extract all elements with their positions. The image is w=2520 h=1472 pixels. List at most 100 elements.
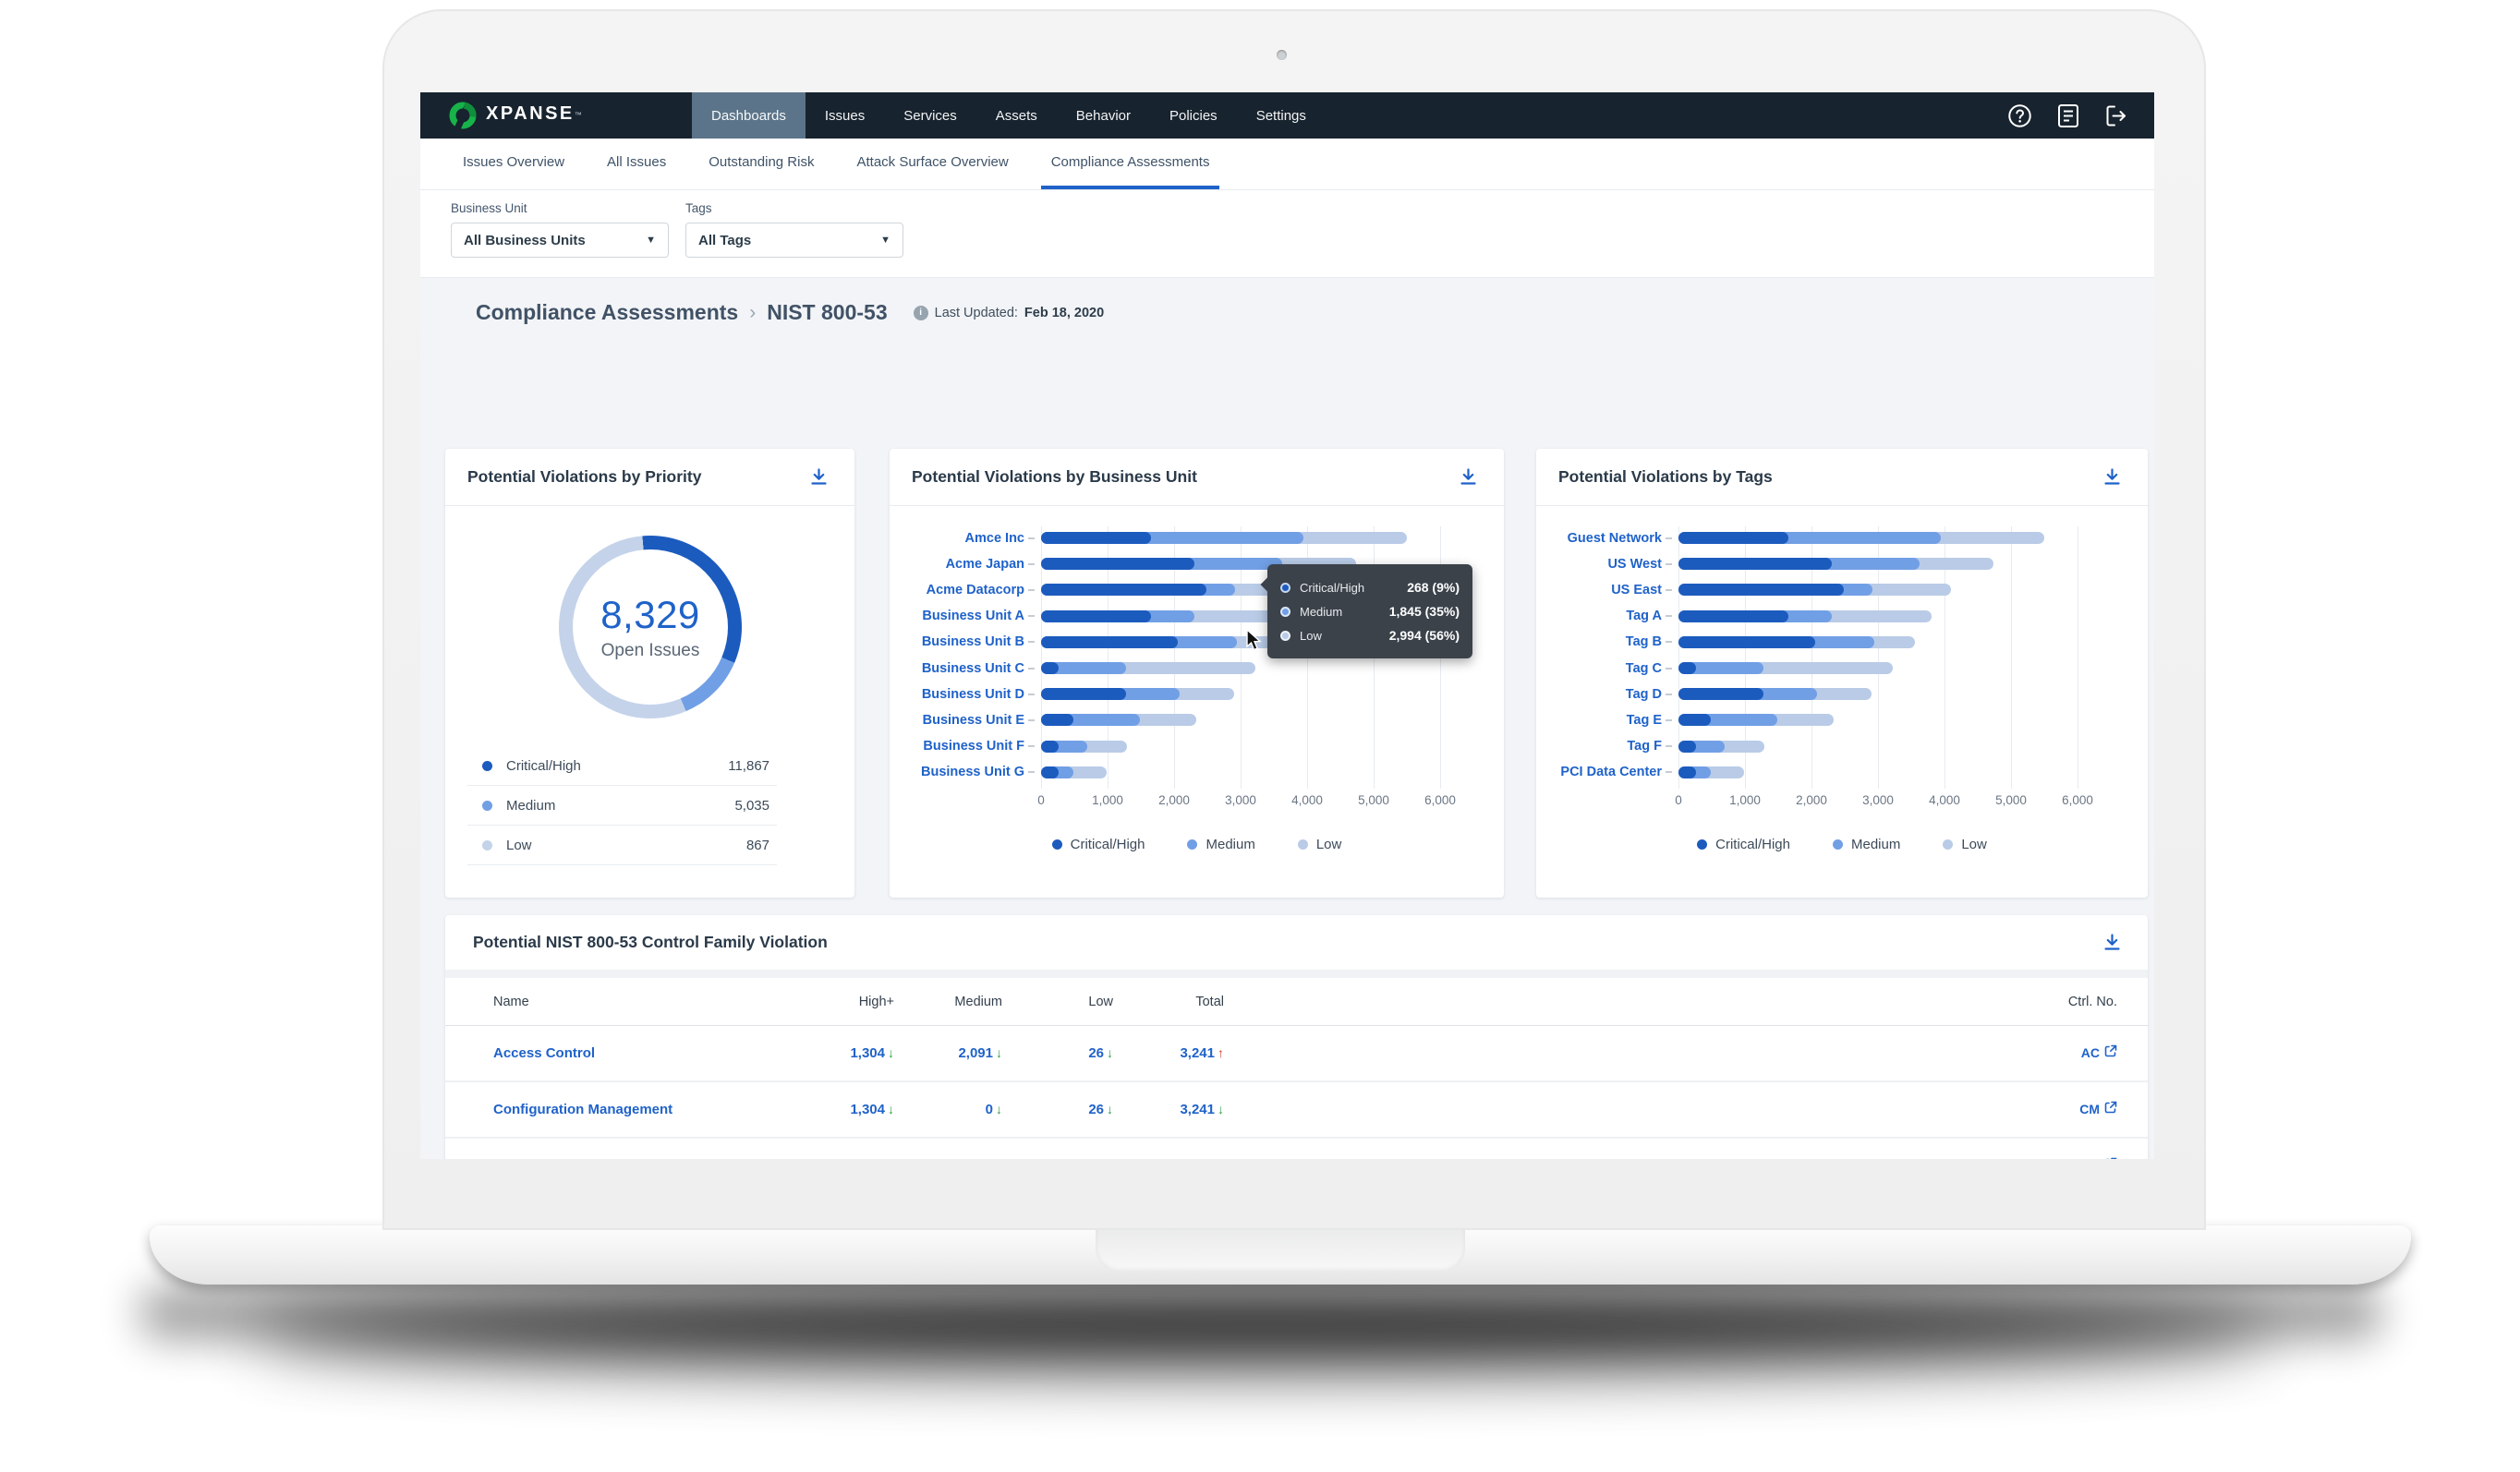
legend-item-critical-high: Critical/High xyxy=(1697,837,1790,852)
bar-segment-critical-guest-network[interactable] xyxy=(1678,532,1788,544)
tags-select[interactable]: All Tags ▼ xyxy=(685,223,903,258)
nav-item-services[interactable]: Services xyxy=(884,92,976,139)
category-label-tag-d[interactable]: Tag D xyxy=(1536,688,1662,701)
category-label-tag-b[interactable]: Tag B xyxy=(1536,635,1662,648)
nav-item-assets[interactable]: Assets xyxy=(976,92,1057,139)
business-unit-select[interactable]: All Business Units ▼ xyxy=(451,223,669,258)
medium-value: 2,091↑ xyxy=(894,1158,1002,1159)
column-header-medium[interactable]: Medium xyxy=(894,995,1002,1009)
open-issues-label: Open Issues xyxy=(601,641,700,661)
tab-all-issues[interactable]: All Issues xyxy=(597,139,676,189)
category-label-tag-f[interactable]: Tag F xyxy=(1536,740,1662,753)
category-label-business-unit-a[interactable]: Business Unit A xyxy=(890,609,1024,622)
tab-attack-surface-overview[interactable]: Attack Surface Overview xyxy=(846,139,1018,189)
column-header-high[interactable]: High+ xyxy=(789,995,894,1009)
open-issues-count: 8,329 xyxy=(600,593,700,637)
legend-label: Critical/High xyxy=(506,758,581,774)
help-icon[interactable] xyxy=(2007,103,2032,128)
category-label-business-unit-e[interactable]: Business Unit E xyxy=(890,714,1024,727)
ctrl-no-link-cm[interactable]: CM xyxy=(2079,1101,2117,1116)
bar-segment-critical-amce-inc[interactable] xyxy=(1041,532,1151,544)
donut-center: 8,329 Open Issues xyxy=(573,549,728,705)
donut-chart[interactable]: 8,329 Open Issues xyxy=(559,536,742,718)
tab-compliance-assessments[interactable]: Compliance Assessments xyxy=(1041,139,1220,189)
filter-label: Business Unit xyxy=(451,201,669,215)
category-label-business-unit-g[interactable]: Business Unit G xyxy=(890,766,1024,778)
bar-segment-critical-tag-a[interactable] xyxy=(1678,610,1788,622)
sign-out-icon[interactable] xyxy=(2103,103,2128,128)
chart-tooltip: Critical/High268 (9%)Medium1,845 (35%)Lo… xyxy=(1267,564,1472,658)
category-label-tag-e[interactable]: Tag E xyxy=(1536,714,1662,727)
nav-item-behavior[interactable]: Behavior xyxy=(1057,92,1150,139)
tab-issues-overview[interactable]: Issues Overview xyxy=(453,139,575,189)
bar-segment-critical-business-unit-e[interactable] xyxy=(1041,714,1073,726)
priority-legend-row-low[interactable]: Low867 xyxy=(467,826,777,865)
nav-item-dashboards[interactable]: Dashboards xyxy=(692,92,806,139)
category-label-tag-c[interactable]: Tag C xyxy=(1536,662,1662,675)
column-header-ctrl-no[interactable]: Ctrl. No. xyxy=(2025,995,2117,1009)
category-label-guest-network[interactable]: Guest Network xyxy=(1536,532,1662,545)
bar-segment-critical-business-unit-f[interactable] xyxy=(1041,741,1059,753)
primary-nav: DashboardsIssuesServicesAssetsBehaviorPo… xyxy=(692,92,1326,139)
download-icon[interactable] xyxy=(2098,929,2126,957)
legend-label: Medium xyxy=(1205,837,1254,852)
bar-segment-critical-tag-c[interactable] xyxy=(1678,662,1696,674)
table-row-configuration-management[interactable]: Configuration Management1,304↓0↓26↓3,241… xyxy=(445,1082,2148,1139)
download-icon[interactable] xyxy=(2098,464,2126,491)
control-family-link[interactable]: Configuration Management xyxy=(493,1102,789,1117)
bar-segment-critical-tag-f[interactable] xyxy=(1678,741,1696,753)
nav-item-issues[interactable]: Issues xyxy=(806,92,884,139)
laptop-base xyxy=(150,1225,2411,1285)
bar-segment-critical-business-unit-c[interactable] xyxy=(1041,662,1059,674)
category-label-tag-a[interactable]: Tag A xyxy=(1536,609,1662,622)
category-label-pci-data-center[interactable]: PCI Data Center xyxy=(1536,766,1662,778)
bar-segment-critical-tag-e[interactable] xyxy=(1678,714,1711,726)
bar-segment-critical-acme-datacorp[interactable] xyxy=(1041,584,1206,596)
category-label-us-west[interactable]: US West xyxy=(1536,558,1662,571)
category-label-business-unit-d[interactable]: Business Unit D xyxy=(890,688,1024,701)
bar-segment-critical-pci-data-center[interactable] xyxy=(1678,766,1696,778)
table-row-physical-and-environmental-protection[interactable]: Physical and Environmental Protection0↓2… xyxy=(445,1139,2148,1159)
bar-segment-critical-business-unit-g[interactable] xyxy=(1041,766,1059,778)
bar-segment-critical-business-unit-b[interactable] xyxy=(1041,636,1178,648)
control-family-link[interactable]: Access Control xyxy=(493,1045,789,1061)
bar-segment-critical-tag-d[interactable] xyxy=(1678,688,1763,700)
ctrl-no-link-pe[interactable]: PE xyxy=(2082,1157,2117,1159)
category-label-acme-datacorp[interactable]: Acme Datacorp xyxy=(890,584,1024,597)
axis-tick-dash xyxy=(1666,771,1672,773)
card-violations-by-tags: Potential Violations by Tags 01,0002,000… xyxy=(1536,449,2148,898)
column-header-name[interactable]: Name xyxy=(493,995,789,1009)
screen: XPANSE™ DashboardsIssuesServicesAssetsBe… xyxy=(420,92,2154,1159)
ctrl-no-link-ac[interactable]: AC xyxy=(2081,1044,2117,1060)
download-icon[interactable] xyxy=(805,464,832,491)
legend-item-critical-high: Critical/High xyxy=(1052,837,1145,852)
download-icon[interactable] xyxy=(1454,464,1482,491)
table-row-access-control[interactable]: Access Control1,304↓2,091↓26↓3,241↑AC xyxy=(445,1026,2148,1082)
breadcrumb-separator-icon: › xyxy=(749,302,756,324)
category-label-acme-japan[interactable]: Acme Japan xyxy=(890,558,1024,571)
priority-legend-row-critical-high[interactable]: Critical/High11,867 xyxy=(467,746,777,786)
category-label-business-unit-b[interactable]: Business Unit B xyxy=(890,635,1024,648)
bar-segment-critical-tag-b[interactable] xyxy=(1678,636,1815,648)
axis-tick-dash xyxy=(1028,537,1035,539)
documentation-icon[interactable] xyxy=(2055,103,2080,128)
column-header-total[interactable]: Total xyxy=(1113,995,1224,1009)
column-header-low[interactable]: Low xyxy=(1002,995,1113,1009)
tags-bar-chart[interactable]: 01,0002,0003,0004,0005,0006,000Guest Net… xyxy=(1536,506,2148,898)
nav-item-policies[interactable]: Policies xyxy=(1150,92,1237,139)
category-label-business-unit-c[interactable]: Business Unit C xyxy=(890,662,1024,675)
nav-item-settings[interactable]: Settings xyxy=(1237,92,1326,139)
card-control-family-table: Potential NIST 800-53 Control Family Vio… xyxy=(445,915,2148,1159)
bar-segment-critical-business-unit-a[interactable] xyxy=(1041,610,1151,622)
legend-label: Low xyxy=(1961,837,1987,852)
tab-outstanding-risk[interactable]: Outstanding Risk xyxy=(698,139,824,189)
priority-legend-row-medium[interactable]: Medium5,035 xyxy=(467,786,777,826)
category-label-us-east[interactable]: US East xyxy=(1536,584,1662,597)
category-label-amce-inc[interactable]: Amce Inc xyxy=(890,532,1024,545)
bar-segment-critical-us-west[interactable] xyxy=(1678,558,1832,570)
bar-segment-critical-business-unit-d[interactable] xyxy=(1041,688,1126,700)
control-family-link[interactable]: Physical and Environmental Protection xyxy=(493,1158,789,1159)
category-label-business-unit-f[interactable]: Business Unit F xyxy=(890,740,1024,753)
bar-segment-critical-us-east[interactable] xyxy=(1678,584,1844,596)
bar-segment-critical-acme-japan[interactable] xyxy=(1041,558,1194,570)
